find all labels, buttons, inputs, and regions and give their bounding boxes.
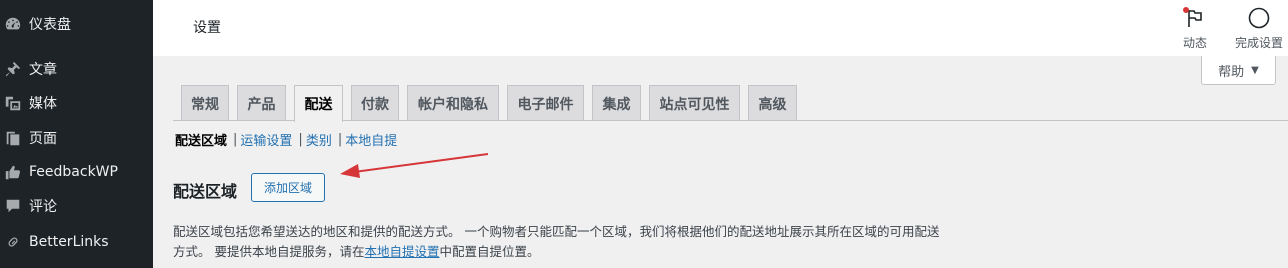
tab-accounts-privacy[interactable]: 帐户和隐私 bbox=[407, 85, 499, 121]
tab-site-visibility[interactable]: 站点可见性 bbox=[649, 85, 740, 121]
chevron-down-icon: ▼ bbox=[1251, 64, 1259, 76]
sidebar-item-label: 页面 bbox=[29, 131, 57, 147]
sidebar-item-dashboard[interactable]: 仪表盘 bbox=[0, 8, 153, 40]
comment-icon bbox=[3, 196, 23, 216]
sidebar-item-posts[interactable]: 文章 bbox=[0, 53, 153, 85]
media-icon bbox=[3, 93, 23, 113]
tab-advanced[interactable]: 高级 bbox=[748, 85, 797, 121]
activity-label: 动态 bbox=[1182, 36, 1207, 50]
description-line-2: 方式。 要提供本地自提服务，请在本地自提设置中配置自提位置。 bbox=[173, 242, 993, 262]
local-pickup-settings-link[interactable]: 本地自提设置 bbox=[364, 244, 439, 259]
section-heading: 配送区域 bbox=[173, 182, 238, 201]
help-button[interactable]: 帮助 ▼ bbox=[1201, 56, 1276, 85]
finish-setup-button[interactable]: 完成设置 bbox=[1229, 6, 1288, 51]
sidebar-item-label: BetterLinks bbox=[29, 234, 109, 250]
sidebar-item-comments[interactable]: 评论 bbox=[0, 190, 153, 222]
subnav-shipping-settings[interactable]: 运输设置 bbox=[240, 130, 292, 149]
top-header: 设置 动态 完成设置 bbox=[153, 0, 1288, 56]
sidebar-item-feedbackwp[interactable]: FeedbackWP bbox=[0, 156, 153, 188]
page-icon bbox=[3, 128, 23, 148]
tab-integration[interactable]: 集成 bbox=[592, 85, 641, 121]
page-title: 设置 bbox=[193, 20, 221, 36]
subnav-classes[interactable]: 类别 bbox=[306, 130, 332, 149]
subnav-shipping-zones[interactable]: 配送区域 bbox=[175, 130, 227, 149]
sidebar-item-media[interactable]: 媒体 bbox=[0, 87, 153, 119]
description-text: 中配置自提位置。 bbox=[439, 244, 540, 259]
tab-general[interactable]: 常规 bbox=[181, 85, 229, 121]
help-label: 帮助 bbox=[1218, 64, 1245, 80]
admin-sidebar: 仪表盘 文章 媒体 页面 FeedbackWP 评论 BetterLinks bbox=[0, 0, 153, 268]
sidebar-item-label: 仪表盘 bbox=[29, 17, 71, 33]
shipping-subnav: 配送区域 | 运输设置 | 类别 | 本地自提 bbox=[175, 130, 397, 149]
sidebar-item-betterlinks[interactable]: BetterLinks bbox=[0, 226, 153, 258]
finish-setup-label: 完成设置 bbox=[1234, 36, 1283, 50]
pin-icon bbox=[3, 59, 23, 79]
link-icon bbox=[3, 232, 23, 252]
tab-shipping[interactable]: 配送 bbox=[294, 85, 343, 122]
thumbs-up-icon bbox=[3, 162, 23, 182]
annotation-arrow-icon bbox=[340, 153, 489, 178]
dashboard-icon bbox=[3, 14, 23, 34]
sidebar-item-label: FeedbackWP bbox=[29, 164, 118, 180]
subnav-separator: | bbox=[337, 132, 343, 147]
tab-products[interactable]: 产品 bbox=[237, 85, 286, 121]
activity-button[interactable]: 动态 bbox=[1180, 6, 1210, 51]
sidebar-item-label: 媒体 bbox=[29, 96, 57, 112]
subnav-separator: | bbox=[233, 132, 238, 147]
notification-dot bbox=[1183, 7, 1189, 13]
sidebar-item-label: 评论 bbox=[29, 199, 57, 215]
tab-payments[interactable]: 付款 bbox=[351, 85, 399, 121]
add-zone-button[interactable]: 添加区域 bbox=[251, 173, 325, 202]
section-description: 配送区域包括您希望送达的地区和提供的配送方式。 一个购物者只能匹配一个区域，我们… bbox=[173, 222, 993, 262]
description-text: 方式。 要提供本地自提服务，请在 bbox=[173, 244, 365, 259]
subnav-separator: | bbox=[298, 132, 303, 147]
sidebar-item-label: 文章 bbox=[29, 62, 57, 78]
sidebar-item-pages[interactable]: 页面 bbox=[0, 122, 153, 154]
progress-circle-icon bbox=[1248, 7, 1270, 29]
description-line-1: 配送区域包括您希望送达的地区和提供的配送方式。 一个购物者只能匹配一个区域，我们… bbox=[173, 224, 940, 239]
subnav-local-pickup[interactable]: 本地自提 bbox=[345, 130, 397, 149]
tab-emails[interactable]: 电子邮件 bbox=[507, 85, 584, 121]
